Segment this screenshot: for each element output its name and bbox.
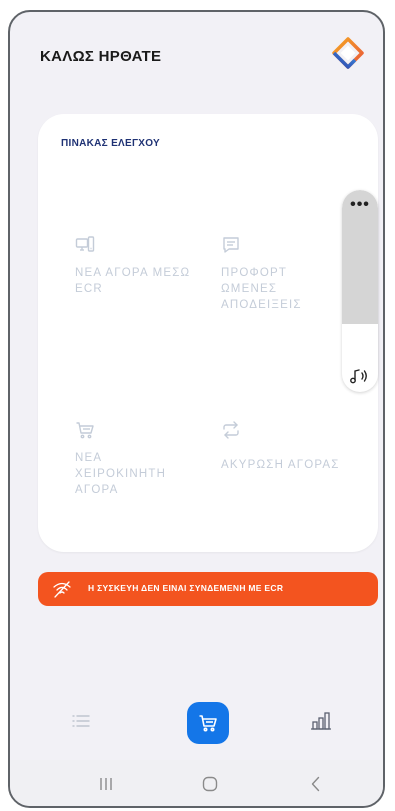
no-wifi-icon	[53, 581, 71, 598]
home-icon[interactable]	[200, 774, 220, 794]
repeat-icon	[223, 421, 239, 439]
banner-text: Η ΣΥΣΚΕΥΗ ΔΕΝ ΕΙΝΑΙ ΣΥΝΔΕΜΕΝΗ ΜΕ ECR	[88, 583, 284, 593]
tile-preloaded-receipts[interactable]: ΠΡΟΦΟΡΤ ΩΜΕΝΕΣ ΑΠΟΔΕΙΞΕΙΣ	[221, 235, 341, 313]
tile-label: ΝΕΑ ΑΓΟΡΑ ΜΕΣΩ ECR	[75, 267, 191, 295]
tile-new-manual-purchase[interactable]: ΝΕΑ ΧΕΙΡΟΚΙΝΗΤΗ ΑΓΟΡΑ	[75, 420, 195, 498]
panel-title: ΠΙΝΑΚΑΣ ΕΛΕΓΧΟΥ	[61, 138, 161, 149]
tile-label: ΑΚΥΡΩΣΗ ΑΓΟΡΑΣ	[221, 459, 340, 471]
devices-icon	[75, 236, 95, 252]
bottom-navigation	[10, 698, 383, 750]
back-icon[interactable]	[306, 774, 326, 794]
bar-chart-icon[interactable]	[310, 710, 332, 732]
nav-cart-button[interactable]	[187, 702, 229, 744]
tile-label: ΠΡΟΦΟΡΤ ΩΜΕΝΕΣ ΑΠΟΔΕΙΞΕΙΣ	[221, 267, 302, 311]
cart-icon	[76, 422, 94, 439]
app-header: ΚΑΛΩΣ ΗΡΘΑΤΕ	[10, 12, 383, 108]
system-navigation-bar	[10, 760, 383, 806]
tile-cancel-purchase[interactable]: ΑΚΥΡΩΣΗ ΑΓΟΡΑΣ	[221, 420, 341, 473]
sound-icon[interactable]	[348, 366, 370, 386]
receipt-icon	[223, 237, 239, 253]
floating-scroller[interactable]: •••	[342, 190, 378, 392]
diamond-logo-icon	[332, 37, 364, 69]
tile-new-ecr-purchase[interactable]: ΝΕΑ ΑΓΟΡΑ ΜΕΣΩ ECR	[75, 235, 195, 297]
dashboard-panel: ΠΙΝΑΚΑΣ ΕΛΕΓΧΟΥ ΝΕΑ ΑΓΟΡΑ ΜΕΣΩ ECR ΠΡΟΦΟ…	[38, 114, 378, 552]
list-icon[interactable]	[70, 710, 92, 732]
phone-screen: ΚΑΛΩΣ ΗΡΘΑΤΕ ΠΙΝΑΚΑΣ ΕΛΕΓΧΟΥ ΝΕΑ ΑΓΟΡΑ Μ…	[8, 10, 385, 808]
cart-icon	[199, 715, 217, 732]
recent-apps-icon[interactable]	[96, 774, 116, 794]
more-icon[interactable]: •••	[342, 196, 378, 214]
tile-label: ΝΕΑ ΧΕΙΡΟΚΙΝΗΤΗ ΑΓΟΡΑ	[75, 452, 167, 496]
ecr-warning-banner: Η ΣΥΣΚΕΥΗ ΔΕΝ ΕΙΝΑΙ ΣΥΝΔΕΜΕΝΗ ΜΕ ECR	[38, 572, 378, 606]
page-title: ΚΑΛΩΣ ΗΡΘΑΤΕ	[40, 48, 162, 65]
